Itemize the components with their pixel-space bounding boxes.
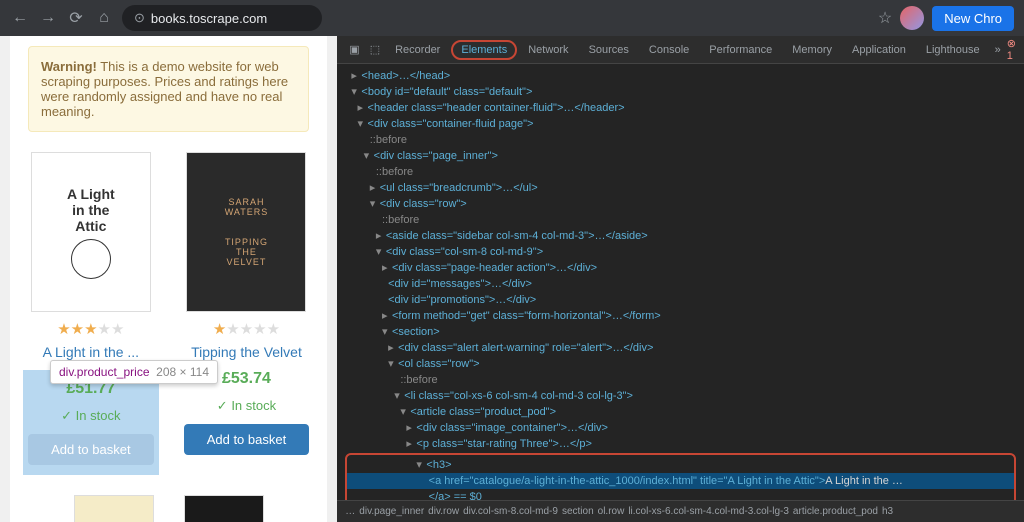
tab-console[interactable]: Console bbox=[640, 40, 698, 60]
dom-breadcrumb[interactable]: … div.page_inner div.row div.col-sm-8.co… bbox=[337, 500, 1024, 522]
book-image[interactable]: SARAHWATERS TIPPINGTHEVELVET bbox=[186, 152, 306, 312]
warning-alert: Warning! This is a demo website for web … bbox=[28, 46, 309, 132]
inspected-element-highlight: £51.77 In stock Add to basket bbox=[23, 370, 159, 475]
inspect-icon[interactable]: ▣ bbox=[345, 43, 363, 56]
devtools-panel: ▣ ⬚ Recorder Elements Network Sources Co… bbox=[337, 36, 1024, 522]
highlighted-dom-region: ▾<h3> <a href="catalogue/a-light-in-the-… bbox=[345, 453, 1016, 500]
back-button[interactable]: ← bbox=[10, 8, 30, 28]
tab-sources[interactable]: Sources bbox=[580, 40, 638, 60]
tab-elements[interactable]: Elements bbox=[451, 40, 517, 60]
warning-label: Warning! bbox=[41, 59, 97, 74]
dom-tree[interactable]: ▸<head>…</head> ▾<body id="default" clas… bbox=[337, 64, 1024, 500]
new-chrome-badge[interactable]: New Chro bbox=[932, 6, 1014, 31]
bookmark-star-icon[interactable]: ☆ bbox=[878, 8, 892, 28]
tab-performance[interactable]: Performance bbox=[700, 40, 781, 60]
tab-network[interactable]: Network bbox=[519, 40, 577, 60]
url-text: books.toscrape.com bbox=[151, 11, 267, 26]
product-title-link[interactable]: Tipping the Velvet bbox=[184, 344, 310, 360]
stock-status: In stock bbox=[28, 408, 154, 424]
book-image[interactable]: GILLIANFLYNN bbox=[184, 495, 264, 522]
page-viewport: Warning! This is a demo website for web … bbox=[0, 36, 337, 522]
product-card: SARAHWATERS TIPPINGTHEVELVET ★★★★★ Tippi… bbox=[184, 152, 310, 475]
error-badge[interactable]: ⊗ 1 bbox=[1007, 37, 1016, 62]
forward-button[interactable]: → bbox=[38, 8, 58, 28]
tab-application[interactable]: Application bbox=[843, 40, 915, 60]
add-to-basket-button[interactable]: Add to basket bbox=[184, 424, 310, 455]
element-inspector-tooltip: div.product_price 208 × 114 bbox=[50, 360, 218, 384]
devtools-tabs: ▣ ⬚ Recorder Elements Network Sources Co… bbox=[337, 36, 1024, 64]
tab-recorder[interactable]: Recorder bbox=[386, 40, 449, 60]
tab-memory[interactable]: Memory bbox=[783, 40, 841, 60]
book-image[interactable] bbox=[74, 495, 154, 522]
product-title-link[interactable]: A Light in the ... bbox=[28, 344, 154, 360]
site-info-icon: ⊙ bbox=[134, 10, 145, 26]
tab-lighthouse[interactable]: Lighthouse bbox=[917, 40, 989, 60]
profile-avatar[interactable] bbox=[900, 6, 924, 30]
star-rating: ★★★★★ bbox=[184, 320, 310, 338]
browser-toolbar: ← → ⟳ ⌂ ⊙ books.toscrape.com ☆ New Chro bbox=[0, 0, 1024, 36]
add-to-basket-button[interactable]: Add to basket bbox=[28, 434, 154, 465]
book-image[interactable]: A Lightin theAttic bbox=[31, 152, 151, 312]
address-bar[interactable]: ⊙ books.toscrape.com bbox=[122, 5, 322, 31]
stock-status: In stock bbox=[184, 398, 310, 414]
tooltip-dimensions: 208 × 114 bbox=[156, 365, 209, 379]
reload-button[interactable]: ⟳ bbox=[66, 8, 86, 28]
product-card: A Lightin theAttic ★★★★★ A Light in the … bbox=[28, 152, 154, 475]
home-button[interactable]: ⌂ bbox=[94, 8, 114, 28]
star-rating: ★★★★★ bbox=[28, 320, 154, 338]
device-icon[interactable]: ⬚ bbox=[366, 43, 384, 56]
tooltip-selector: div.product_price bbox=[59, 365, 150, 379]
more-tabs-icon[interactable]: » bbox=[991, 44, 1005, 56]
